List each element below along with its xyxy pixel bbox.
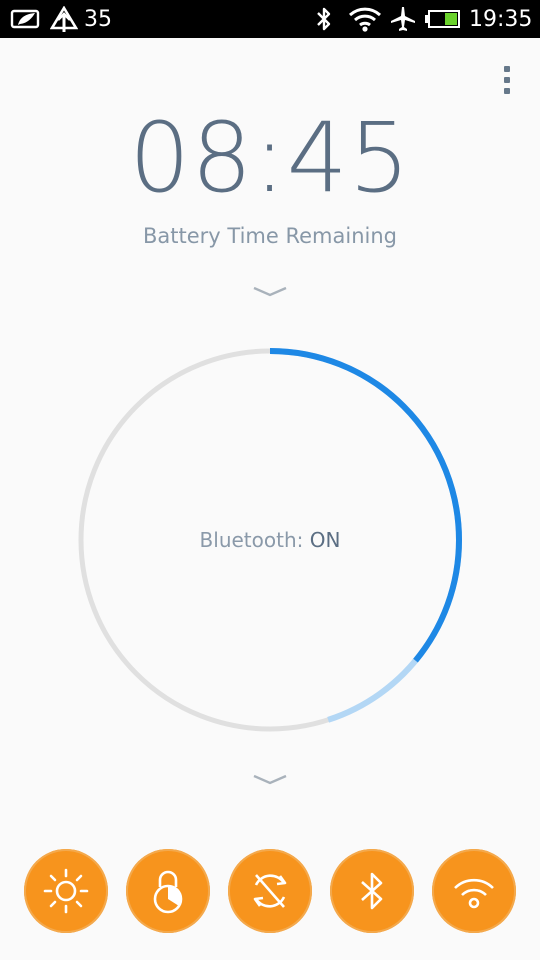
status-clock: 19:35: [469, 6, 533, 32]
auto-sync-icon: [253, 874, 287, 908]
bluetooth-button[interactable]: [330, 849, 414, 933]
notification-count: 35: [84, 6, 112, 32]
wifi-icon: [454, 878, 494, 909]
chevron-down-icon[interactable]: [250, 282, 290, 302]
upload-icon: [50, 0, 78, 38]
bluetooth-status-icon: [314, 0, 334, 38]
bluetooth-status-value: ON: [309, 528, 341, 552]
chevron-down-icon[interactable]: [250, 770, 290, 790]
brightness-icon: [43, 868, 89, 914]
auto-sync-button[interactable]: [228, 849, 312, 933]
brightness-button[interactable]: [24, 849, 108, 933]
battery-icon: [425, 0, 461, 38]
battery-time-label: Battery Time Remaining: [143, 224, 397, 248]
bluetooth-icon: [361, 872, 383, 910]
overflow-menu-icon[interactable]: [490, 60, 524, 100]
screen-lock-icon: [153, 870, 183, 914]
notification-leaf-icon: [10, 0, 42, 38]
battery-time-remaining: 08:45: [129, 102, 411, 214]
wifi-status-icon: [348, 0, 382, 38]
bluetooth-status-label: Bluetooth:: [199, 528, 310, 552]
wifi-button[interactable]: [432, 849, 516, 933]
status-bar: 35 19:35: [0, 0, 540, 38]
bluetooth-status-text: Bluetooth: ON: [0, 528, 540, 552]
quick-toggles: [0, 849, 540, 933]
airplane-icon: [390, 0, 416, 38]
screen-lock-button[interactable]: [126, 849, 210, 933]
